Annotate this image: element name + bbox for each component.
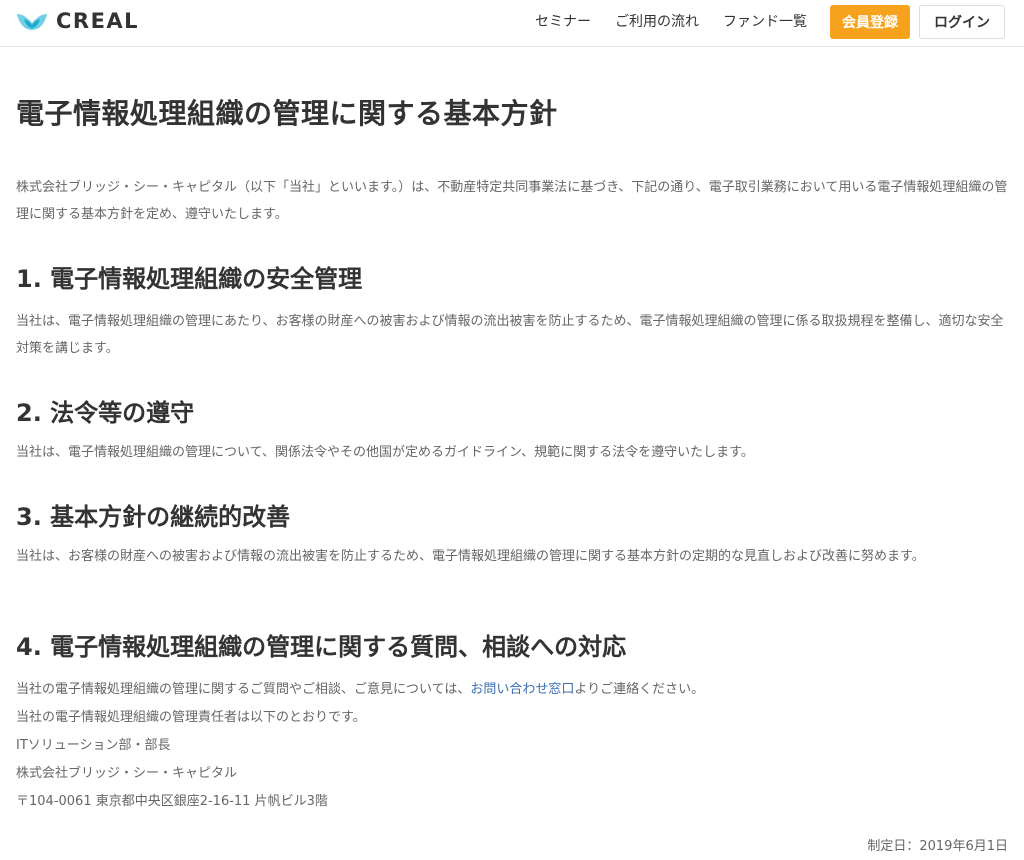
register-button[interactable]: 会員登録 [830,5,910,39]
section-4-body-pre: 当社の電子情報処理組織の管理に関するご質問やご相談、ご意見については、 [16,682,471,697]
section-4-line: 株式会社ブリッジ・シー・キャピタル [16,766,238,781]
site-header: CREAL セミナー ご利用の流れ ファンド一覧 会員登録 ログイン [0,0,1024,47]
section-4-body-post: よりご連絡ください。 [574,682,705,697]
nav-link-seminar[interactable]: セミナー [535,5,591,39]
section-1-heading: 1. 電子情報処理組織の安全管理 [16,265,363,293]
logo[interactable]: CREAL [15,8,139,34]
nav-link-flow[interactable]: ご利用の流れ [615,5,699,39]
section-4-line: ITソリューション部・部長 [16,738,171,753]
logo-text: CREAL [56,9,140,33]
intro-paragraph: 株式会社ブリッジ・シー・キャピタル（以下「当社」といいます。）は、不動産特定共同… [16,180,1008,222]
creal-logo-icon [17,14,47,30]
section-3-heading: 3. 基本方針の継続的改善 [16,503,291,531]
login-button[interactable]: ログイン [919,5,1005,39]
section-3-body: 当社は、お客様の財産への被害および情報の流出被害を防止するため、電子情報処理組織… [16,549,925,564]
section-4-heading: 4. 電子情報処理組織の管理に関する質問、相談への対応 [16,633,627,661]
section-4-body: 当社の電子情報処理組織の管理に関するご質問やご相談、ご意見については、お問い合わ… [16,680,704,700]
nav-link-fund-list[interactable]: ファンド一覧 [723,5,807,39]
main-nav: セミナー ご利用の流れ ファンド一覧 会員登録 ログイン [535,5,1005,39]
page-title: 電子情報処理組織の管理に関する基本方針 [16,97,558,130]
section-4-line: 〒104-0061 東京都中央区銀座2-16-11 片帆ビル3階 [16,794,328,809]
section-2-body: 当社は、電子情報処理組織の管理について、関係法令やその他国が定めるガイドライン、… [16,445,754,460]
section-1-body: 当社は、電子情報処理組織の管理にあたり、お客様の財産への被害および情報の流出被害… [16,314,1004,356]
contact-link[interactable]: お問い合わせ窓口 [470,682,574,697]
enacted-date: 制定日：2019年6月1日 [867,839,1008,854]
section-2-heading: 2. 法令等の遵守 [16,399,195,427]
section-4-line: 当社の電子情報処理組織の管理責任者は以下のとおりです。 [16,710,366,725]
